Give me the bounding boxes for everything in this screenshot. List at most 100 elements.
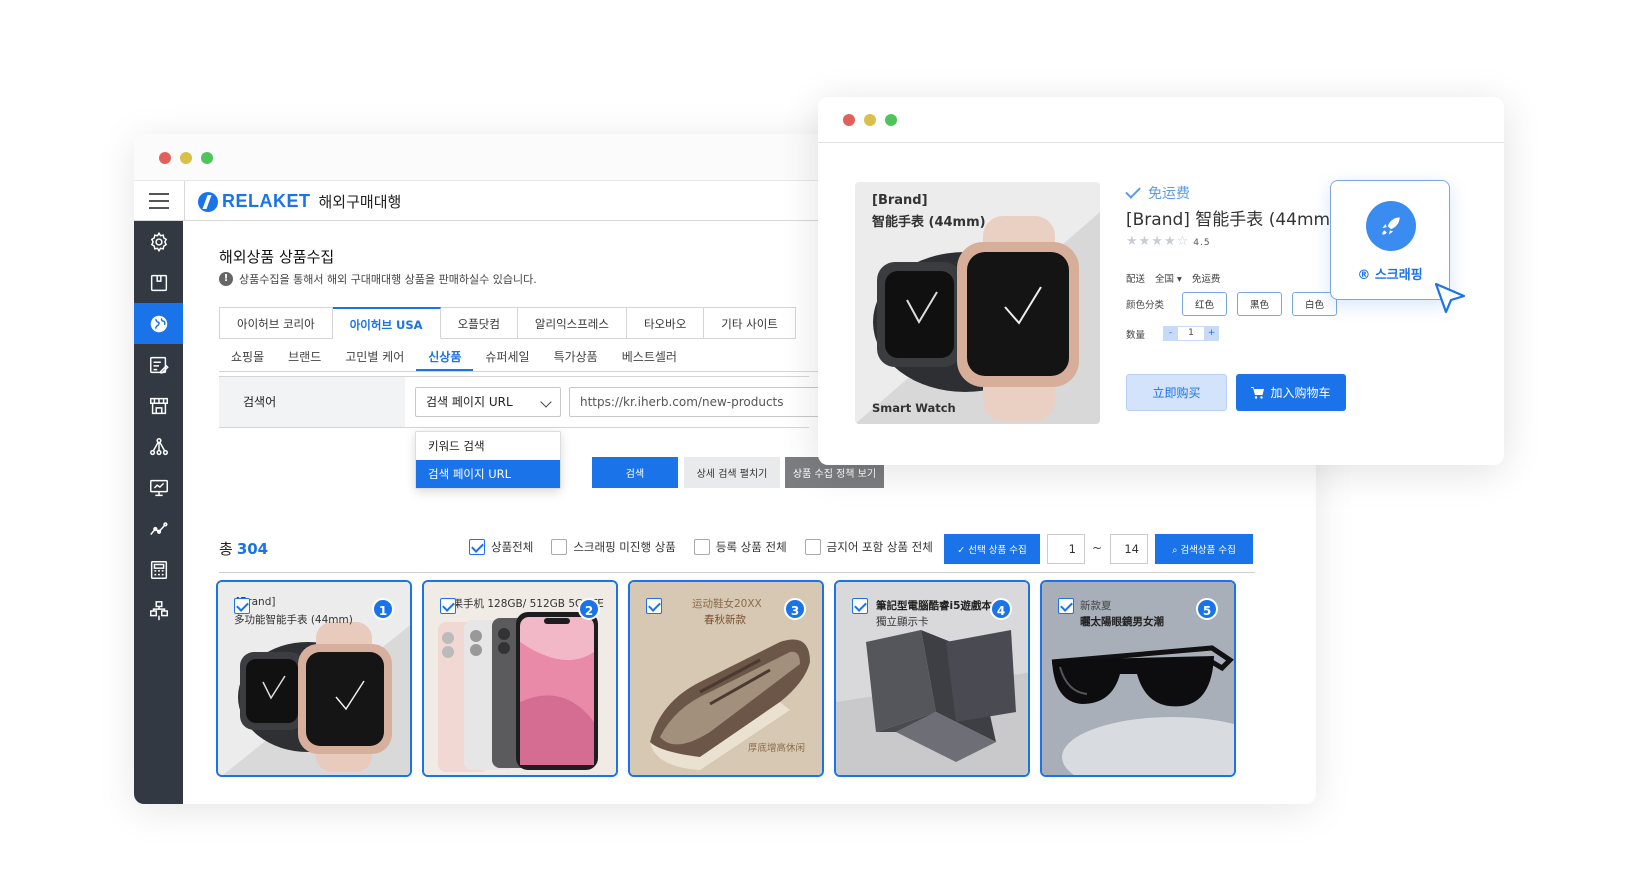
product-subcaption: 獨立顯示卡: [876, 616, 929, 628]
quantity-value[interactable]: 1: [1178, 326, 1205, 341]
product-number-badge: 5: [1196, 598, 1218, 620]
category-subtabs: 쇼핑몰 브랜드 고민별 케어 신상품 슈퍼세일 특가상품 베스트셀러: [219, 340, 819, 372]
search-row: 검색어 검색 페이지 URL: [219, 376, 819, 428]
subtab-super-sale[interactable]: 슈퍼세일: [473, 340, 541, 371]
subtab-brand[interactable]: 브랜드: [276, 340, 333, 371]
color-chip-black[interactable]: 黑色: [1237, 292, 1283, 316]
quantity-plus-button[interactable]: +: [1204, 326, 1220, 341]
total-label: 총: [219, 540, 233, 558]
search-type-select[interactable]: 검색 페이지 URL: [415, 387, 561, 417]
buy-now-button[interactable]: 立即购买: [1126, 374, 1227, 411]
tab-iherb-korea[interactable]: 아이허브 코리아: [220, 307, 333, 339]
filter-label: 금지어 포함 상품 전체: [826, 540, 933, 554]
filter-registered[interactable]: 등록 상품 전체: [693, 539, 787, 555]
logo-text: RELAKET: [222, 191, 311, 211]
product-checkbox[interactable]: [646, 598, 662, 614]
maximize-window-button[interactable]: [885, 114, 897, 126]
subtab-special-deals[interactable]: 특가상품: [542, 340, 610, 371]
product-card[interactable]: [Brand] 多功能智能手表 (44mm) 1: [216, 580, 412, 777]
detail-search-button[interactable]: 상세 검색 펼치기: [684, 457, 780, 488]
product-subcaption: 春秋新款: [704, 614, 746, 626]
preview-product-image: [Brand] 智能手表 (44mm) Smart Watch: [855, 182, 1100, 424]
checkbox[interactable]: [804, 539, 821, 555]
color-chip-red[interactable]: 红色: [1182, 292, 1228, 316]
rocket-icon-circle: [1366, 201, 1416, 251]
header-divider: [184, 181, 185, 221]
filter-not-scraped[interactable]: 스크래핑 미진행 상품: [551, 539, 676, 555]
product-checkbox[interactable]: [852, 598, 868, 614]
app-logo[interactable]: RELAKET 해외구매대행: [198, 191, 401, 212]
close-window-button[interactable]: [843, 114, 855, 126]
checkbox[interactable]: [551, 539, 568, 555]
dropdown-option-url[interactable]: 검색 페이지 URL: [416, 460, 560, 488]
tab-oplus[interactable]: 오플닷컴: [440, 307, 518, 339]
subtab-best-sellers[interactable]: 베스트셀러: [610, 340, 689, 371]
window-controls: [843, 114, 897, 126]
close-window-button[interactable]: [159, 152, 171, 164]
shipping-label: 配送: [1126, 274, 1146, 285]
hamburger-menu-icon[interactable]: [149, 193, 169, 209]
tab-iherb-usa[interactable]: 아이허브 USA: [332, 307, 441, 339]
tab-aliexpress[interactable]: 알리익스프레스: [517, 307, 627, 339]
shipping-option-row: 配送 全国 ▾ 免运费: [1126, 271, 1220, 285]
product-card[interactable]: 新款夏 曬太陽眼鏡男女潮 5: [1040, 580, 1236, 777]
filter-label: 스크래핑 미진행 상품: [573, 540, 676, 554]
filter-checkboxes: 상품전체 스크래핑 미진행 상품 등록 상품 전체 금지어 포함 상품 전체: [469, 539, 933, 555]
sidebar-item-network[interactable]: [134, 426, 183, 467]
sidebar-item-store[interactable]: [134, 385, 183, 426]
collect-selected-label: 선택 상품 수집: [968, 545, 1027, 556]
product-subcaption: 多功能智能手表 (44mm): [234, 614, 353, 626]
product-card[interactable]: 苹果手机 128GB/ 512GB 5G LTE 2: [422, 580, 618, 777]
shipping-region-select[interactable]: 全国 ▾: [1155, 271, 1182, 285]
subtab-new-products[interactable]: 신상품: [416, 340, 474, 371]
minimize-window-button[interactable]: [864, 114, 876, 126]
dropdown-option-keyword[interactable]: 키워드 검색: [416, 432, 560, 460]
range-from-input[interactable]: [1047, 534, 1085, 564]
tab-taobao[interactable]: 타오바오: [626, 307, 705, 339]
subtab-mall[interactable]: 쇼핑몰: [219, 340, 276, 371]
product-card[interactable]: 筆記型電腦酷睿i5遊戲本 獨立顯示卡 4: [834, 580, 1030, 777]
product-checkbox[interactable]: [1058, 598, 1074, 614]
sidebar-item-global[interactable]: [134, 303, 183, 344]
tab-other-sites[interactable]: 기타 사이트: [704, 307, 796, 339]
product-subcaption: 厚底增高休闲: [748, 743, 806, 754]
sidebar-item-settings[interactable]: [134, 221, 183, 262]
results-divider: [219, 572, 1255, 573]
checkbox[interactable]: [693, 539, 710, 555]
calculator-icon: [150, 560, 167, 579]
product-checkbox[interactable]: [234, 598, 250, 614]
preview-image-brand-text: [Brand]: [872, 193, 928, 208]
search-url-input[interactable]: [569, 387, 819, 417]
logo-mark-icon: [198, 191, 218, 212]
range-separator: ~: [1092, 541, 1103, 555]
gear-icon: [150, 231, 167, 252]
product-caption: 筆記型電腦酷睿i5遊戲本: [876, 600, 992, 612]
box-icon: [150, 274, 167, 291]
quantity-option-row: 数量 - 1 +: [1126, 326, 1220, 341]
add-to-cart-button[interactable]: 加入购物车: [1236, 374, 1346, 411]
minimize-window-button[interactable]: [180, 152, 192, 164]
product-card[interactable]: 运动鞋女20XX 春秋新款 厚底增高休闲 3: [628, 580, 824, 777]
cart-icon: [1251, 386, 1265, 399]
filter-banned-words[interactable]: 금지어 포함 상품 전체: [804, 539, 933, 555]
monitor-icon: [149, 479, 168, 496]
sidebar-item-products[interactable]: [134, 262, 183, 303]
sidebar-item-structure[interactable]: [134, 590, 183, 631]
color-label: 颜色分类: [1126, 300, 1165, 311]
collect-search-button[interactable]: ⌕ 검색상품 수집: [1155, 534, 1253, 564]
sidebar-item-analytics[interactable]: [134, 508, 183, 549]
range-to-input[interactable]: [1110, 534, 1148, 564]
sidebar-item-calculator[interactable]: [134, 549, 183, 590]
subtab-concern-care[interactable]: 고민별 케어: [333, 340, 416, 371]
sidebar-item-monitor[interactable]: [134, 467, 183, 508]
filter-all-products[interactable]: 상품전체: [469, 539, 533, 555]
free-shipping-badge: 免运费: [1125, 183, 1190, 203]
product-checkbox[interactable]: [440, 598, 456, 614]
sidebar-item-orders[interactable]: [134, 344, 183, 385]
quantity-minus-button[interactable]: -: [1163, 326, 1179, 341]
collect-selected-button[interactable]: ✓ 선택 상품 수집: [944, 534, 1040, 564]
checkbox[interactable]: [469, 539, 485, 555]
search-type-value: 검색 페이지 URL: [426, 395, 513, 409]
search-button[interactable]: 검색: [592, 457, 678, 488]
maximize-window-button[interactable]: [201, 152, 213, 164]
